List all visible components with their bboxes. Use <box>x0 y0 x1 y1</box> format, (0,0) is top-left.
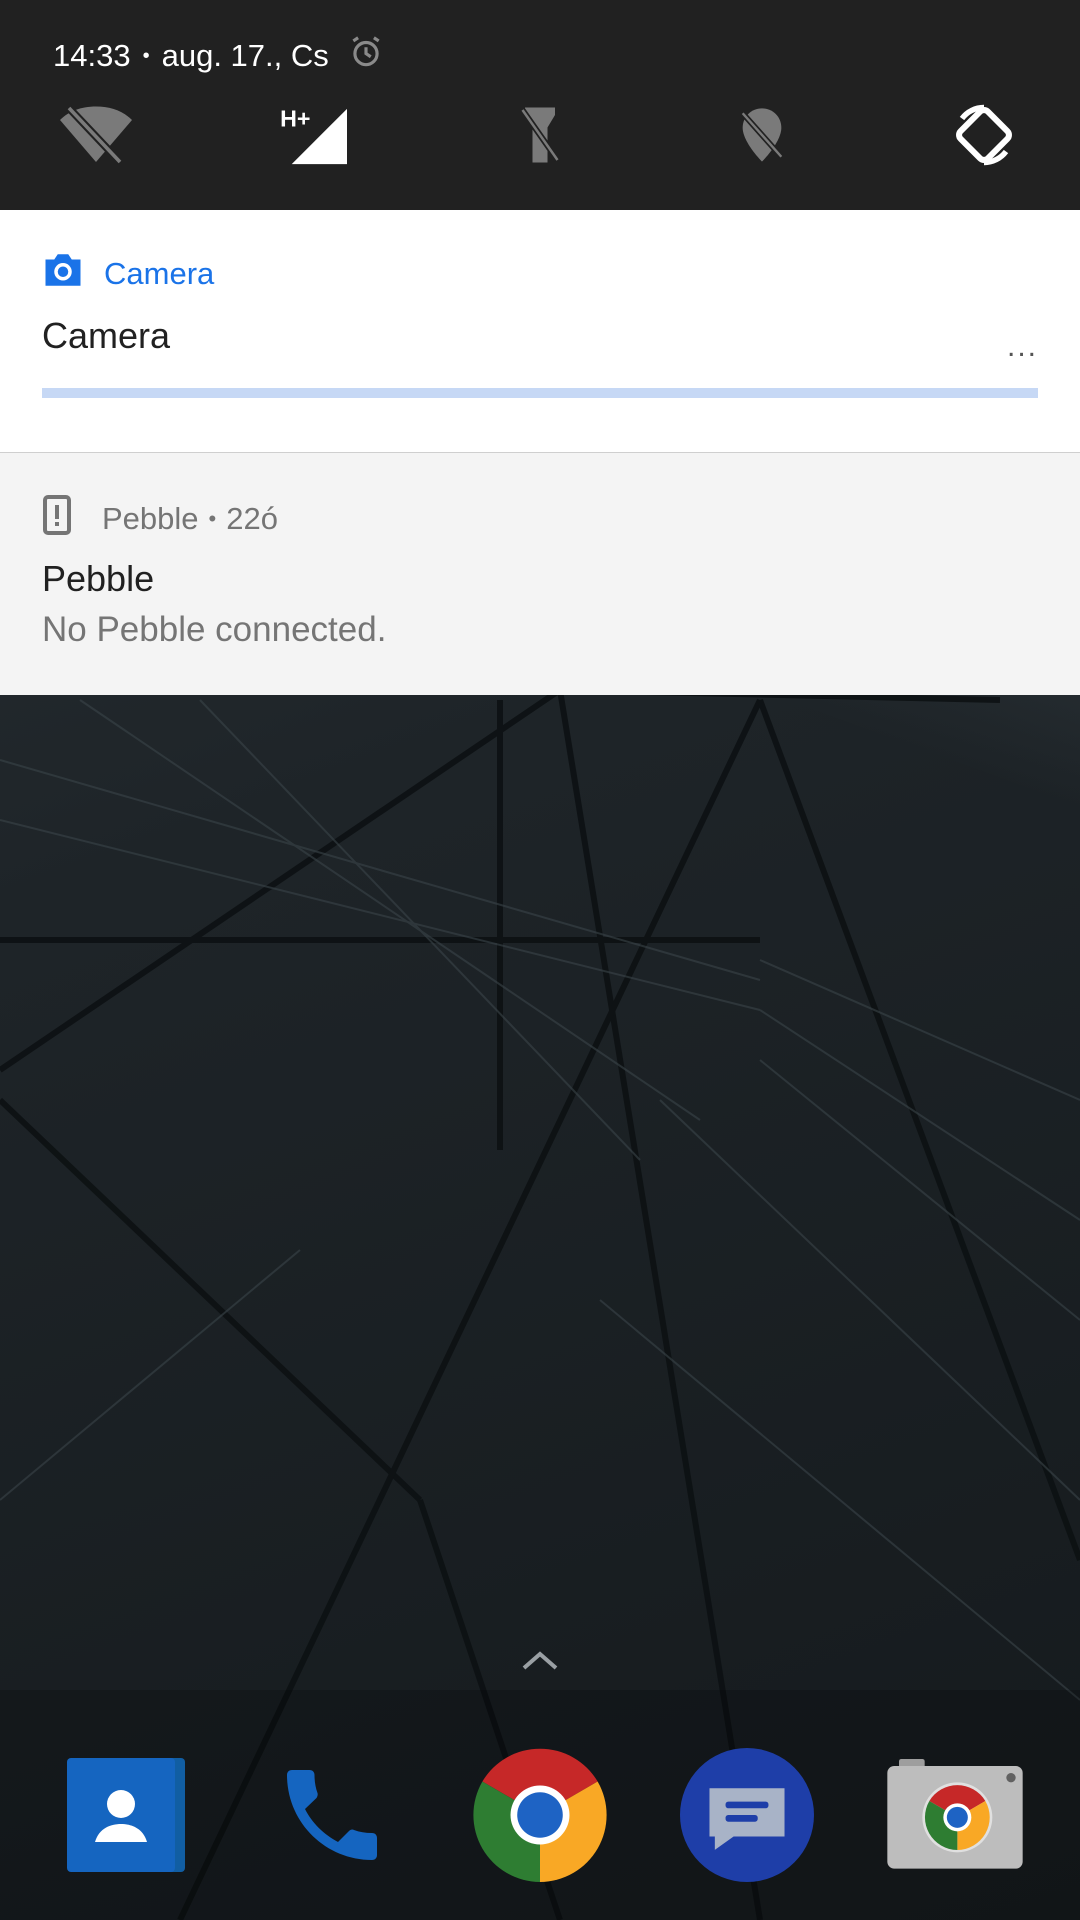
notification-separator: • <box>208 506 217 531</box>
status-line: 14:33 • aug. 17., Cs <box>53 36 385 76</box>
phone-app-icon[interactable] <box>262 1745 402 1885</box>
auto-rotate-icon[interactable] <box>944 95 1024 175</box>
overflow-dots: ... <box>1006 330 1038 363</box>
location-off-icon[interactable] <box>722 95 802 175</box>
wifi-off-icon[interactable] <box>56 95 136 175</box>
notification-header: Pebble • 22ó <box>42 495 278 543</box>
notification-header: Camera <box>42 252 214 296</box>
notification-time: 22ó <box>226 501 278 536</box>
notification-app-name: Camera <box>104 256 215 291</box>
notification-title: Pebble <box>42 558 155 599</box>
flashlight-off-icon[interactable] <box>500 95 580 175</box>
camera-notification[interactable]: Camera Camera ... <box>0 210 1080 453</box>
messages-app-icon[interactable] <box>677 1745 817 1885</box>
notification-text: No Pebble connected. <box>42 610 387 649</box>
status-date: aug. 17., Cs <box>161 38 329 73</box>
camera-app-icon[interactable] <box>885 1745 1025 1885</box>
status-separator: • <box>142 44 150 67</box>
quick-settings-tiles: H+ <box>0 95 1080 175</box>
progress-bar <box>42 388 1038 398</box>
chevron-up-icon[interactable] <box>520 1648 560 1677</box>
chrome-app-icon[interactable] <box>470 1745 610 1885</box>
notification-app-name: Pebble <box>102 501 199 536</box>
pebble-notification[interactable]: Pebble • 22ó Pebble No Pebble connected. <box>0 453 1080 695</box>
clock-time: 14:33 <box>53 38 131 73</box>
contacts-app-icon[interactable] <box>55 1745 195 1885</box>
phone-alert-icon <box>42 495 72 543</box>
mobile-data-icon[interactable]: H+ <box>275 95 355 175</box>
mobile-data-label: H+ <box>280 105 310 131</box>
alarm-icon <box>347 33 385 79</box>
notification-title: Camera <box>42 315 171 356</box>
quick-settings-panel: 14:33 • aug. 17., Cs H+ <box>0 0 1080 210</box>
camera-icon <box>42 252 84 296</box>
